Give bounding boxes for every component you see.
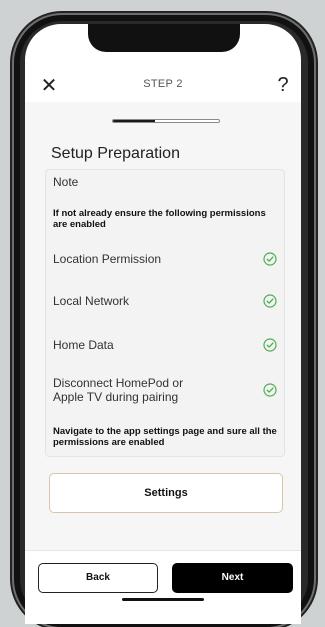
check-circle-icon <box>263 338 277 352</box>
permission-item-location: Location Permission <box>53 252 281 266</box>
settings-button[interactable]: Settings <box>49 473 283 513</box>
note-intro-text: If not already ensure the following perm… <box>53 208 266 230</box>
permission-item-home-data: Home Data <box>53 338 281 352</box>
check-circle-icon <box>263 252 277 266</box>
back-button[interactable]: Back <box>38 563 158 593</box>
step-title: STEP 2 <box>143 78 183 90</box>
permission-label: Local Network <box>53 294 130 308</box>
next-button[interactable]: Next <box>172 563 293 593</box>
permission-label: Disconnect HomePod or Apple TV during pa… <box>53 376 184 404</box>
top-bar: ✕ STEP 2 ? <box>25 74 301 98</box>
step-progress-fill <box>113 120 156 122</box>
note-card: Note If not already ensure the following… <box>45 169 285 457</box>
step-progress-bar <box>112 119 220 123</box>
section-title: Setup Preparation <box>51 145 180 162</box>
bottom-action-bar: Back Next <box>25 550 301 624</box>
home-indicator <box>122 598 204 601</box>
device-notch <box>88 24 240 52</box>
permission-label: Location Permission <box>53 252 162 266</box>
app-screen: ✕ STEP 2 ? Setup Preparation Note If not… <box>25 24 301 624</box>
permission-label: Home Data <box>53 338 114 352</box>
note-label: Note <box>53 175 79 189</box>
permission-item-local-network: Local Network <box>53 294 281 308</box>
check-circle-icon <box>263 294 277 308</box>
check-circle-icon <box>263 383 277 397</box>
note-footer-text: Navigate to the app settings page and su… <box>53 426 277 448</box>
permission-item-disconnect-homepod: Disconnect HomePod or Apple TV during pa… <box>53 376 281 404</box>
help-icon[interactable]: ? <box>271 73 295 97</box>
